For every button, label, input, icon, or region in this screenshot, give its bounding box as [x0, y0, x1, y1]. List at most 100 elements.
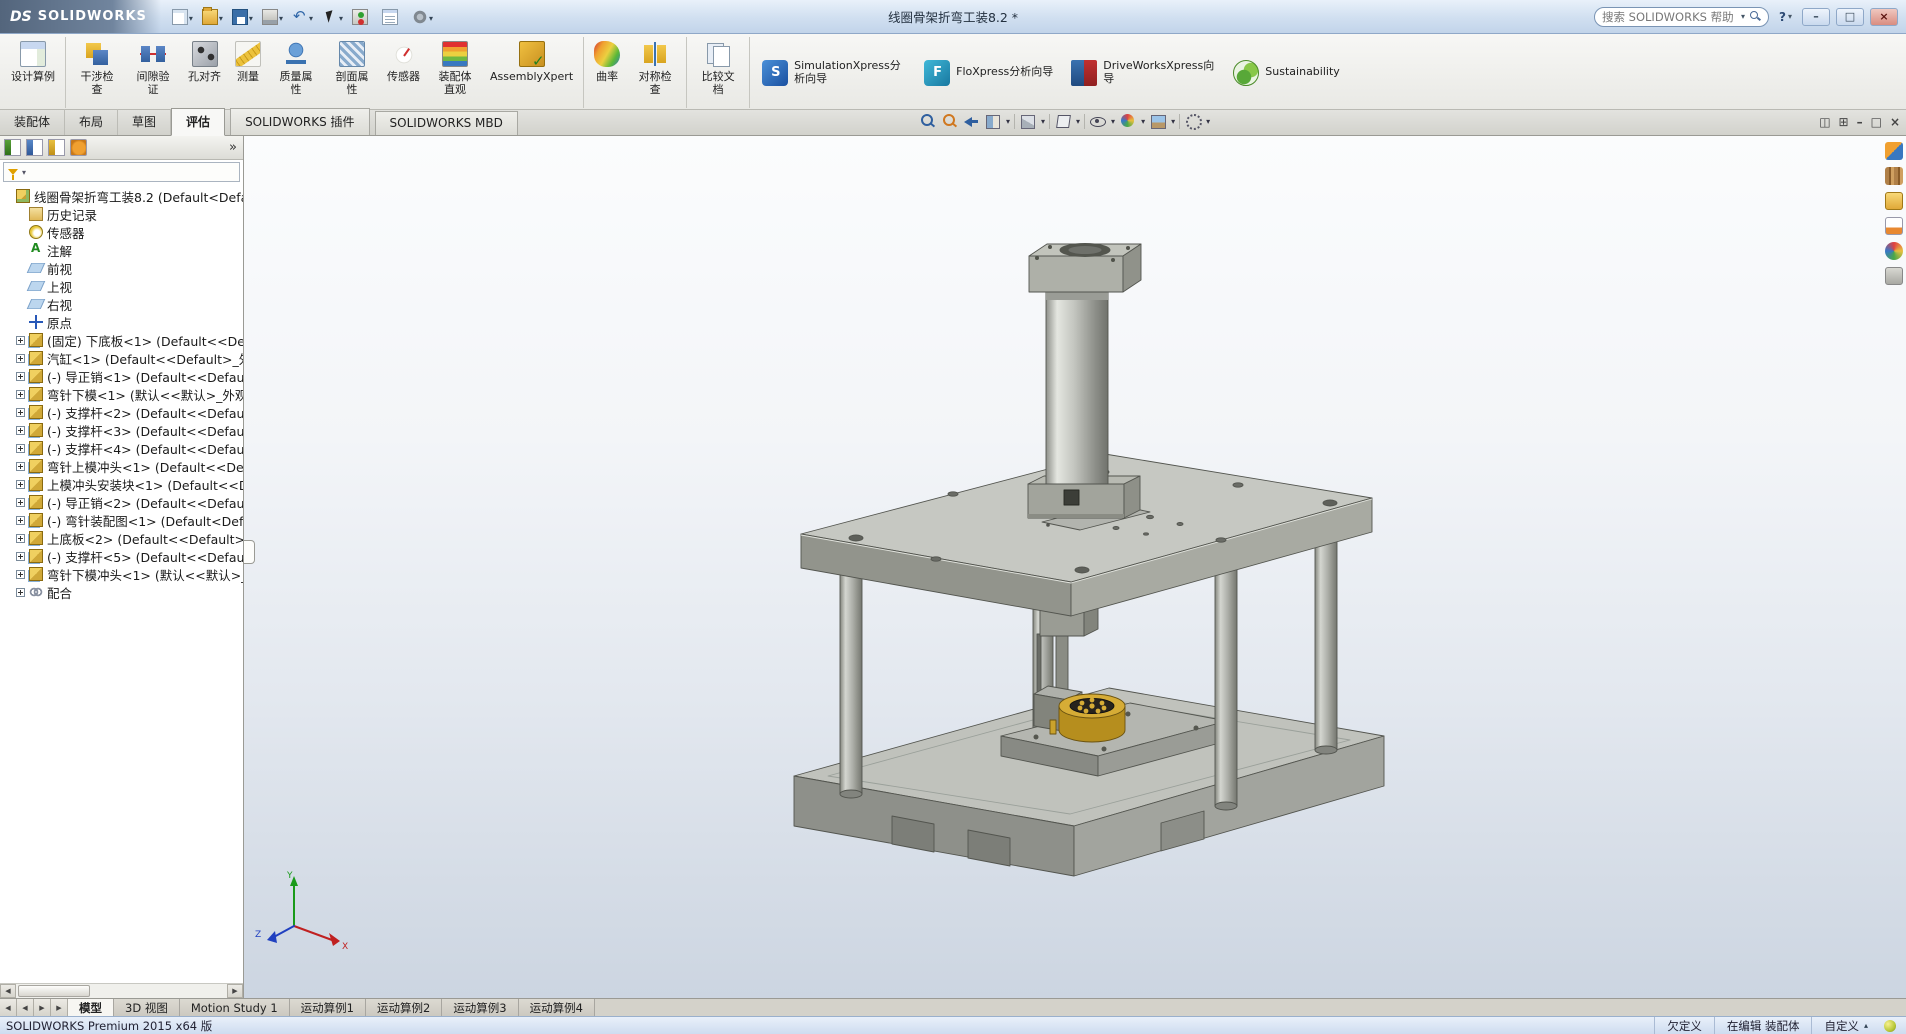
tree-item-right-plane[interactable]: 右视 [0, 295, 243, 313]
close-button[interactable] [1870, 8, 1898, 26]
compare-documents-button[interactable]: 比较文档 [690, 37, 750, 108]
chevron-down-icon[interactable]: ▾ [1741, 12, 1745, 21]
solidworks-resources-icon[interactable] [1885, 142, 1903, 160]
interference-check-button[interactable]: 干涉检查 [69, 37, 125, 108]
appearances-scenes-icon[interactable] [1885, 242, 1903, 260]
show-display-pane-icon[interactable] [1819, 114, 1830, 130]
search-icon[interactable] [1750, 11, 1761, 22]
expand-toggle[interactable] [16, 372, 25, 381]
edit-appearance-icon[interactable] [1119, 113, 1137, 130]
sustainability-button[interactable]: Sustainability [1224, 37, 1348, 108]
sensor-button[interactable]: 传感器 [380, 37, 427, 108]
print-button[interactable] [259, 7, 286, 27]
sheet-tab-model[interactable]: 模型 [68, 999, 114, 1016]
model-canvas[interactable]: Y X Z [244, 136, 1906, 998]
expand-toggle[interactable] [16, 570, 25, 579]
tree-filter-input[interactable] [30, 165, 235, 179]
expand-toggle[interactable] [16, 336, 25, 345]
open-button[interactable] [199, 7, 226, 27]
design-library-icon[interactable] [1885, 167, 1903, 185]
close-document-icon[interactable] [1890, 114, 1900, 130]
expand-toggle[interactable] [16, 354, 25, 363]
rebuild-button[interactable] [349, 7, 376, 27]
tree-item-component[interactable]: 弯针上模冲头<1> (Default<<Defa [0, 457, 243, 475]
coil-part[interactable] [1059, 694, 1125, 742]
previous-sheet-icon[interactable]: ◀ [17, 999, 34, 1016]
sheet-tab-motion-study-1[interactable]: Motion Study 1 [180, 999, 290, 1016]
tree-item-history[interactable]: 历史记录 [0, 205, 243, 223]
measure-button[interactable]: 测量 [228, 37, 268, 108]
tab-assembly[interactable]: 装配体 [0, 109, 65, 135]
previous-view-icon[interactable] [962, 113, 980, 130]
custom-properties-icon[interactable] [1885, 267, 1903, 285]
tree-item-component[interactable]: (-) 支撑杆<4> (Default<<Default [0, 439, 243, 457]
tree-item-front-plane[interactable]: 前视 [0, 259, 243, 277]
expand-toggle[interactable] [16, 408, 25, 417]
expand-toggle[interactable] [16, 462, 25, 471]
zoom-to-area-icon[interactable] [940, 113, 958, 130]
mass-properties-button[interactable]: 质量属性 [268, 37, 324, 108]
custom-status[interactable]: 自定义 ▴ [1811, 1017, 1880, 1034]
curvature-button[interactable]: 曲率 [587, 37, 627, 108]
view-orientation-icon[interactable] [1019, 113, 1037, 130]
sheet-tab-motion-1[interactable]: 运动算例1 [290, 999, 366, 1016]
property-manager-tab-icon[interactable] [26, 139, 43, 156]
assembly-visualization-button[interactable]: 装配体直观 [427, 37, 483, 108]
scrollbar-track[interactable] [16, 984, 227, 998]
restore-document-icon[interactable] [1871, 114, 1882, 130]
tree-item-component[interactable]: (-) 导正销<2> (Default<<Default [0, 493, 243, 511]
tree-item-component[interactable]: (-) 支撑杆<5> (Default<<Default [0, 547, 243, 565]
expand-toggle[interactable] [16, 534, 25, 543]
tree-item-top-plane[interactable]: 上视 [0, 277, 243, 295]
expand-toggle[interactable] [16, 426, 25, 435]
maximize-button[interactable] [1836, 8, 1864, 26]
tree-item-component[interactable]: 弯针下模<1> (默认<<默认>_外观 [0, 385, 243, 403]
view-palette-icon[interactable] [1885, 217, 1903, 235]
apply-scene-icon[interactable] [1149, 113, 1167, 130]
filter-icon[interactable] [8, 169, 18, 175]
tree-item-component[interactable]: (-) 支撑杆<3> (Default<<Default [0, 421, 243, 439]
tree-item-component[interactable]: (-) 导正销<1> (Default<<Default [0, 367, 243, 385]
scroll-left-icon[interactable]: ◀ [0, 984, 16, 998]
hide-show-items-icon[interactable] [1089, 113, 1107, 130]
assembly-xpert-button[interactable]: AssemblyXpert [483, 37, 584, 108]
tree-item-mates[interactable]: 配合 [0, 583, 243, 601]
simulationxpress-button[interactable]: SimulationXpress分析向导 [753, 37, 915, 108]
section-properties-button[interactable]: 剖面属性 [324, 37, 380, 108]
tree-horizontal-scrollbar[interactable]: ◀ ▶ [0, 983, 243, 998]
tree-item-component[interactable]: (-) 弯针装配图<1> (Default<Defa [0, 511, 243, 529]
clearance-verify-button[interactable]: 间隙验证 [125, 37, 181, 108]
chevron-down-icon[interactable]: ▾ [22, 168, 26, 177]
first-sheet-icon[interactable]: ◀ [0, 999, 17, 1016]
symmetry-check-button[interactable]: 对称检查 [627, 37, 687, 108]
pneumatic-cylinder[interactable] [1028, 244, 1141, 519]
panel-expand-chevrons[interactable]: » [229, 140, 239, 155]
tree-item-component[interactable]: (-) 支撑杆<2> (Default<<Default [0, 403, 243, 421]
chevron-down-icon[interactable]: ▾ [1141, 117, 1145, 126]
tab-evaluate[interactable]: 评估 [171, 108, 225, 136]
sheet-tab-3d-views[interactable]: 3D 视图 [114, 999, 180, 1016]
hole-alignment-button[interactable]: 孔对齐 [181, 37, 228, 108]
tab-sketch[interactable]: 草图 [118, 109, 171, 135]
new-button[interactable] [169, 7, 196, 27]
show-task-pane-icon[interactable] [1839, 114, 1849, 130]
expand-toggle[interactable] [16, 390, 25, 399]
tree-item-component[interactable]: 上底板<2> (Default<<Default>_ [0, 529, 243, 547]
tree-item-component[interactable]: 汽缸<1> (Default<<Default>_外观 [0, 349, 243, 367]
chevron-down-icon[interactable]: ▾ [1006, 117, 1010, 126]
configuration-manager-tab-icon[interactable] [48, 139, 65, 156]
tree-item-component[interactable]: 弯针下模冲头<1> (默认<<默认>_ [0, 565, 243, 583]
zoom-to-fit-icon[interactable] [918, 113, 936, 130]
minimize-document-icon[interactable] [1857, 114, 1863, 130]
chevron-down-icon[interactable]: ▾ [1076, 117, 1080, 126]
sheet-tab-motion-3[interactable]: 运动算例3 [442, 999, 518, 1016]
help-button[interactable]: ? ▾ [1775, 9, 1796, 25]
chevron-down-icon[interactable]: ▾ [1206, 117, 1210, 126]
graphics-viewport[interactable]: Y X Z [244, 136, 1906, 998]
save-button[interactable] [229, 7, 256, 27]
help-search-input[interactable]: 搜索 SOLIDWORKS 帮助 ▾ [1594, 7, 1769, 27]
tab-solidworks-addins[interactable]: SOLIDWORKS 插件 [230, 108, 369, 135]
next-sheet-icon[interactable]: ▶ [34, 999, 51, 1016]
expand-toggle[interactable] [16, 444, 25, 453]
feature-manager-tab-icon[interactable] [4, 139, 21, 156]
